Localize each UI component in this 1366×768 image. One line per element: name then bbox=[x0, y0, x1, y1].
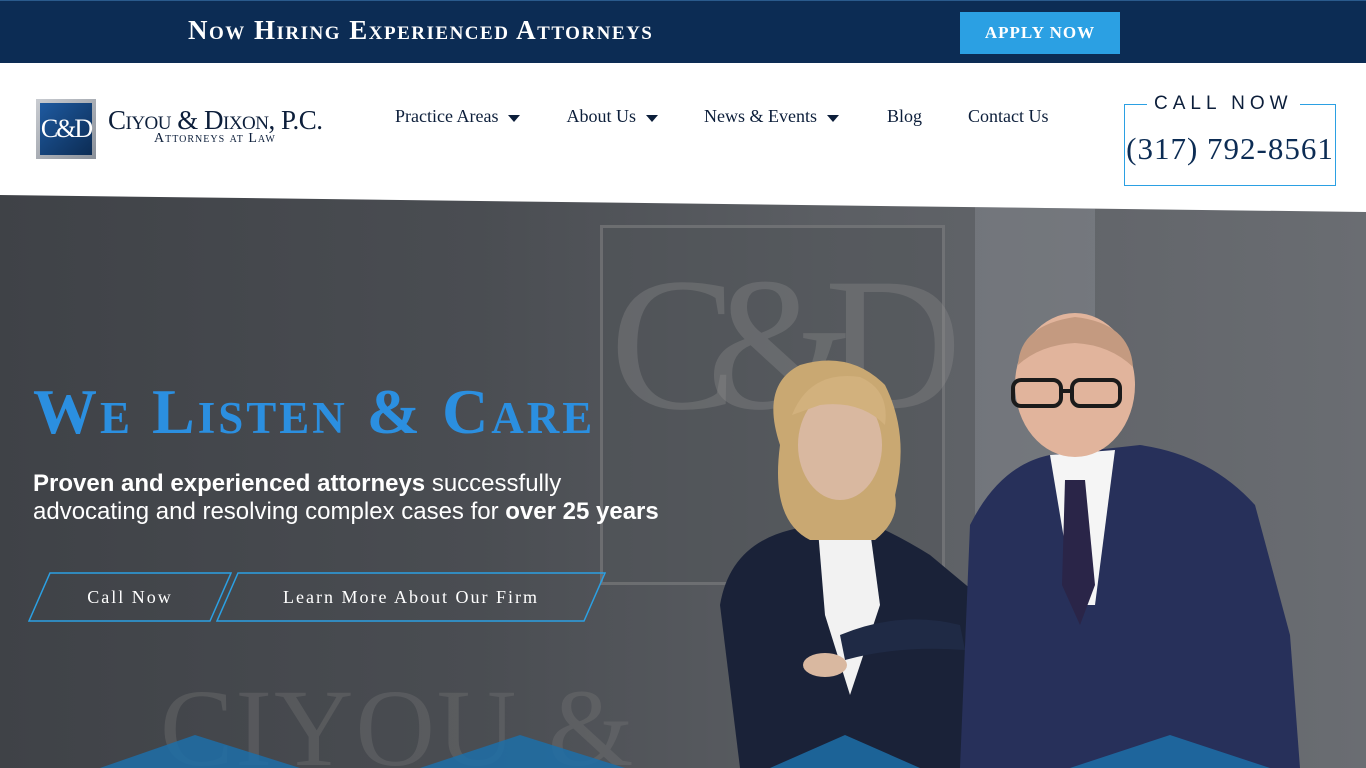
hero-subtitle-bold-2: over 25 years bbox=[505, 498, 659, 525]
apply-now-button[interactable]: APPLY NOW bbox=[960, 12, 1120, 54]
hero-section: C&D CIYOU & We Listen & Care Proven and bbox=[0, 195, 1366, 768]
logo-mark: C&D bbox=[36, 99, 96, 159]
learn-more-button[interactable]: Learn More About Our Firm bbox=[216, 572, 606, 622]
attorneys-photo bbox=[720, 313, 1300, 768]
caret-down-icon bbox=[508, 114, 521, 122]
call-now-box[interactable]: CALL NOW (317) 792-8561 bbox=[1124, 93, 1336, 186]
call-now-button-label: Call Now bbox=[87, 586, 173, 607]
hiring-headline: Now Hiring Experienced Attorneys bbox=[188, 15, 654, 45]
nav-item-label: About Us bbox=[566, 106, 636, 126]
caret-down-icon bbox=[826, 114, 839, 122]
nav-item-label: News & Events bbox=[703, 106, 817, 126]
site-header: C&D Ciyou & Dixon, P.C. Attorneys at Law… bbox=[0, 63, 1366, 213]
attorney-man-figure bbox=[960, 313, 1300, 768]
nav-item-label: Blog bbox=[886, 106, 922, 126]
logo-firm-name: Ciyou & Dixon, P.C. bbox=[108, 105, 323, 135]
decorative-triangles bbox=[100, 735, 1270, 768]
nav-item-label: Practice Areas bbox=[395, 106, 499, 126]
hiring-banner: Now Hiring Experienced Attorneys APPLY N… bbox=[0, 0, 1366, 63]
site-logo[interactable]: C&D Ciyou & Dixon, P.C. Attorneys at Law bbox=[36, 99, 323, 159]
logo-text: Ciyou & Dixon, P.C. Attorneys at Law bbox=[108, 105, 323, 146]
nav-item-news-events[interactable]: News & Events bbox=[704, 106, 839, 127]
main-nav: Practice Areas About Us News & Events Bl… bbox=[395, 106, 1081, 127]
call-now-button[interactable]: Call Now bbox=[28, 572, 232, 622]
logo-monogram: C&D bbox=[40, 103, 93, 155]
phone-number-link[interactable]: (317) 792-8561 bbox=[1125, 131, 1335, 167]
attorney-woman-figure bbox=[720, 360, 1000, 768]
hero-subtitle: Proven and experienced attorneys success… bbox=[33, 470, 683, 526]
hero-subtitle-bold-1: Proven and experienced attorneys bbox=[33, 470, 426, 497]
nav-item-blog[interactable]: Blog bbox=[887, 106, 922, 127]
hero-title: We Listen & Care bbox=[33, 376, 596, 447]
caret-down-icon bbox=[645, 114, 658, 122]
nav-item-label: Contact Us bbox=[967, 106, 1049, 126]
call-now-label: CALL NOW bbox=[1147, 93, 1300, 115]
nav-item-about-us[interactable]: About Us bbox=[566, 106, 658, 127]
learn-more-button-label: Learn More About Our Firm bbox=[283, 586, 539, 607]
nav-item-practice-areas[interactable]: Practice Areas bbox=[395, 106, 521, 127]
nav-item-contact-us[interactable]: Contact Us bbox=[968, 106, 1049, 127]
